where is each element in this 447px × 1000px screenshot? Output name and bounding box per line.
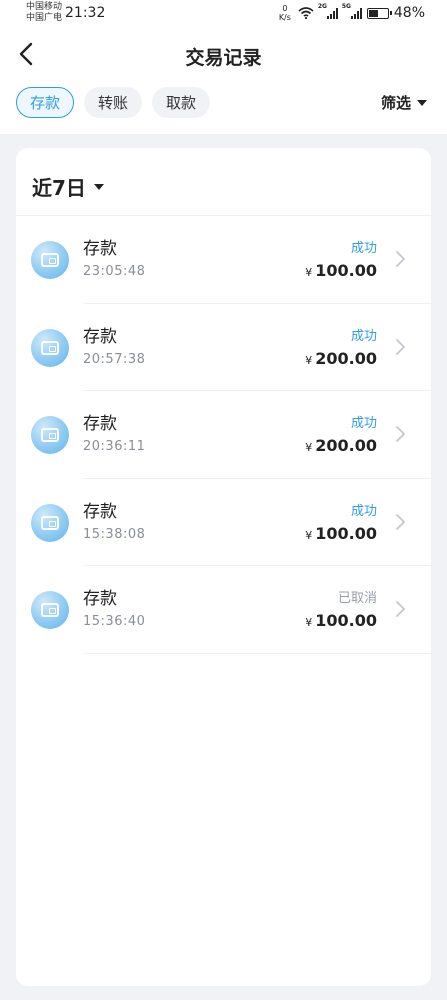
transaction-row[interactable]: 存款 20:57:38 成功 ¥200.00: [16, 304, 431, 392]
transaction-time: 15:38:08: [83, 526, 146, 542]
caret-down-icon: [93, 183, 104, 190]
transaction-status: 成功: [350, 328, 377, 344]
signal-1-type: 2G: [317, 3, 327, 10]
transaction-type: 存款: [83, 414, 117, 434]
currency-symbol: ¥: [305, 528, 313, 542]
battery-level: [368, 9, 378, 17]
signal-2-type: 5G: [341, 3, 351, 10]
transaction-type: 存款: [83, 326, 117, 347]
amount-value: 100.00: [315, 523, 377, 543]
transaction-amount: ¥200.00: [305, 349, 377, 368]
transaction-status: 成功: [350, 503, 377, 519]
signal-strength-icon: 5G: [342, 3, 362, 19]
transaction-row[interactable]: 存款 23:05:48 成功 ¥100.00: [16, 216, 431, 304]
amount-value: 100.00: [315, 261, 377, 280]
transaction-row[interactable]: 存款 15:36:40 已取消 ¥100.00: [16, 566, 431, 654]
currency-symbol: ¥: [305, 266, 313, 279]
transaction-time: 20:36:11: [83, 439, 146, 454]
amount-value: 200.00: [315, 436, 377, 455]
currency-symbol: ¥: [305, 441, 313, 454]
carrier-2: 中国广电: [26, 13, 63, 23]
chevron-right-icon: [396, 601, 405, 617]
chevron-right-icon: [396, 338, 405, 355]
period-label: 近7日: [32, 176, 86, 200]
transaction-amount: ¥100.00: [305, 261, 377, 280]
transaction-type: 存款: [83, 239, 117, 259]
transaction-type: 存款: [83, 589, 117, 609]
transaction-time: 20:57:38: [83, 351, 146, 367]
wallet-icon: [31, 591, 69, 629]
wallet-icon: [31, 328, 69, 367]
carrier-1: 中国移动: [26, 2, 63, 12]
transaction-status: 成功: [350, 416, 377, 431]
transaction-amount: ¥100.00: [305, 611, 377, 630]
transaction-list: 存款 23:05:48 成功 ¥100.00 存款 20:57:38 成功 ¥2…: [16, 216, 431, 654]
transaction-row[interactable]: 存款 15:38:08 成功 ¥100.00: [16, 479, 431, 567]
tab-deposit[interactable]: 存款: [16, 87, 75, 118]
currency-symbol: ¥: [305, 616, 313, 629]
amount-value: 100.00: [315, 611, 377, 630]
period-selector[interactable]: 近7日: [32, 172, 104, 201]
net-speed: 0 K/s: [277, 4, 293, 22]
transaction-status: 成功: [350, 241, 377, 256]
carrier-names: 中国移动 中国广电: [26, 2, 62, 24]
filter-label: 筛选: [380, 94, 411, 112]
page-title: 交易记录: [185, 47, 262, 69]
wallet-icon: [31, 416, 69, 454]
status-bar: 中国移动 中国广电 21:32 0 K/s 2G 5G 48%: [0, 0, 447, 28]
wifi-icon: [298, 7, 314, 19]
caret-down-icon: [417, 99, 427, 106]
tab-transfer[interactable]: 转账: [84, 87, 143, 118]
transaction-time: 15:36:40: [83, 614, 146, 629]
currency-symbol: ¥: [305, 353, 313, 367]
records-card: 近7日 存款 23:05:48 成功 ¥100.00 存款 20:57:38 成…: [16, 148, 431, 986]
net-speed-value: 0: [282, 4, 288, 13]
battery-icon: [366, 7, 392, 19]
tab-withdraw[interactable]: 取款: [152, 87, 211, 118]
amount-value: 200.00: [315, 348, 377, 368]
chevron-right-icon: [396, 513, 405, 530]
chevron-right-icon: [396, 251, 405, 267]
transaction-status: 已取消: [337, 591, 377, 606]
signal-strength-icon: 2G: [318, 3, 338, 19]
clock: 21:32: [65, 5, 106, 21]
wallet-icon: [31, 503, 69, 542]
filter-button[interactable]: 筛选: [381, 92, 427, 113]
transaction-amount: ¥200.00: [305, 436, 377, 455]
transaction-row[interactable]: 存款 20:36:11 成功 ¥200.00: [16, 391, 431, 479]
wallet-icon: [31, 241, 69, 279]
top-panel: 中国移动 中国广电 21:32 0 K/s 2G 5G 48% 交易记录 存款 …: [0, 0, 447, 134]
net-speed-unit: K/s: [278, 13, 291, 22]
status-icons: 0 K/s 2G 5G 48%: [277, 3, 425, 22]
transaction-amount: ¥100.00: [305, 524, 377, 543]
transaction-time: 23:05:48: [83, 264, 146, 279]
type-tabs: 存款 转账 取款: [16, 87, 211, 118]
transaction-type: 存款: [83, 501, 117, 522]
battery-percent: 48%: [393, 5, 425, 21]
chevron-right-icon: [396, 426, 405, 442]
